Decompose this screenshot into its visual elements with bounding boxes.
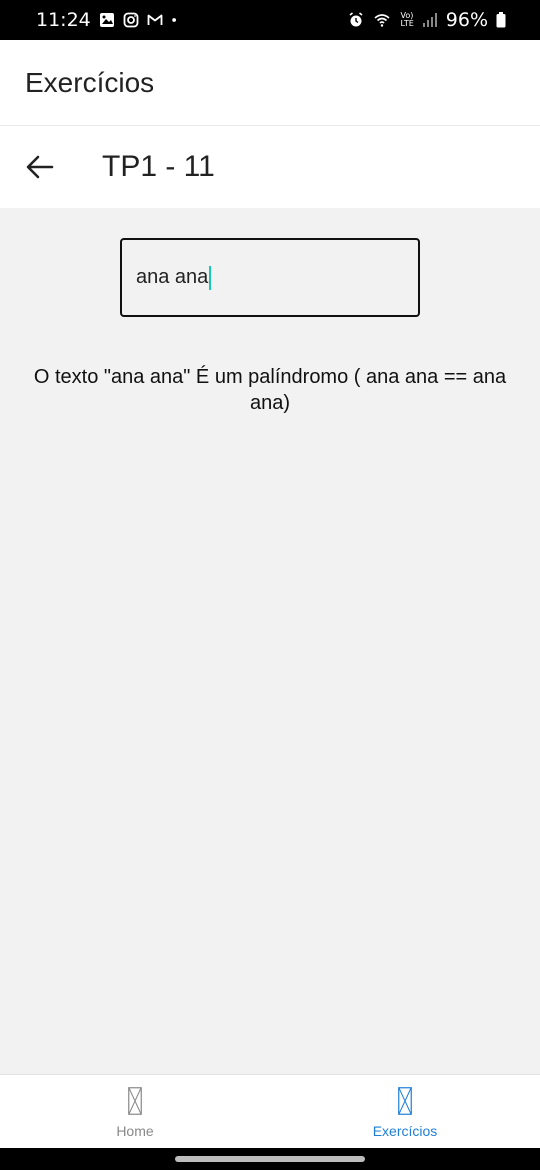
app-header: Exercícios [0,40,540,126]
nav-label-home: Home [116,1123,154,1139]
placeholder-icon [128,1087,142,1115]
status-left: 11:24 [36,9,181,31]
volte-icon: Vo) LTE [400,12,413,28]
nav-item-home[interactable]: Home [0,1075,270,1148]
input-value: ana ana [136,266,209,288]
gesture-bar [0,1148,540,1170]
gmail-icon [147,14,163,25]
nav-item-exercicios[interactable]: Exercícios [270,1075,540,1148]
signal-icon [422,13,437,27]
app-title: Exercícios [25,66,155,98]
volte-label-bottom: LTE [400,19,414,28]
status-right: Vo) LTE 96% [348,9,506,31]
text-input[interactable]: ana ana [120,238,420,317]
dot-icon [172,18,176,22]
nav-label-exercicios: Exercícios [372,1123,438,1139]
result-text: O texto "ana ana" É um palíndromo ( ana … [33,366,507,414]
home-indicator[interactable] [175,1156,365,1162]
battery-icon [496,12,506,28]
wifi-icon [374,14,390,27]
alarm-icon [349,12,363,27]
text-caret [209,265,212,290]
gallery-icon [99,13,114,27]
bottom-nav: Home Exercícios [0,1074,540,1148]
screen-title: TP1 - 11 [102,150,215,183]
placeholder-icon [398,1087,412,1115]
instagram-icon [123,12,139,28]
battery-percent: 96% [445,9,488,31]
status-time: 11:24 [36,9,91,31]
status-bar: 11:24 Vo) LTE 96% [0,0,540,40]
back-button[interactable] [0,126,80,208]
arrow-left-icon [26,155,54,179]
screen-header: TP1 - 11 [0,126,540,208]
